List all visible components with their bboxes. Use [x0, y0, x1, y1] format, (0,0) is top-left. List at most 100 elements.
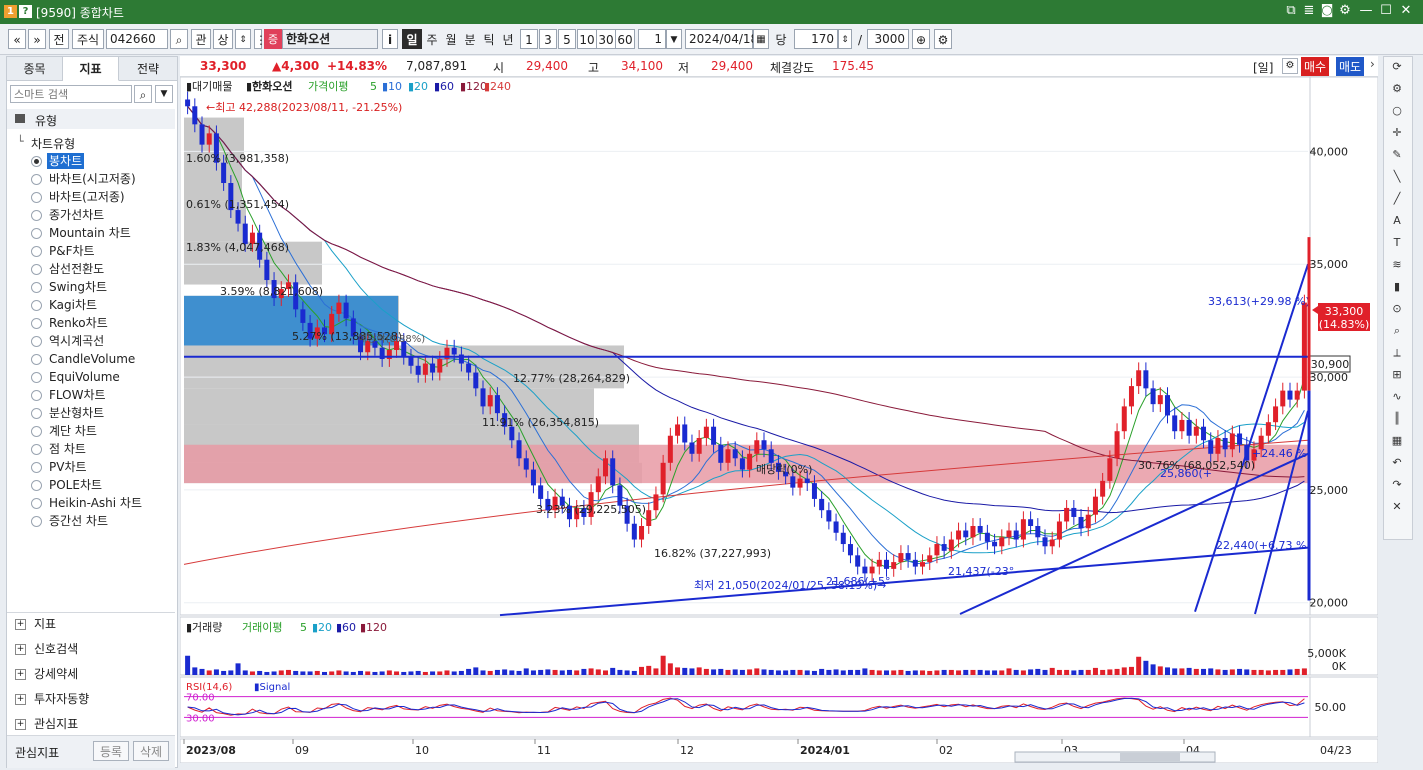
candle-body[interactable] — [948, 539, 954, 551]
candle-body[interactable] — [739, 458, 745, 470]
expand-icon[interactable]: + — [15, 669, 26, 680]
chart-settings-icon[interactable]: ⚙ — [934, 29, 952, 49]
candle-body[interactable] — [1042, 537, 1048, 547]
info-button[interactable]: i — [382, 29, 398, 49]
candle-body[interactable] — [790, 476, 796, 488]
expand-icon[interactable]: + — [15, 719, 26, 730]
chart-type-radio[interactable] — [31, 462, 42, 473]
candle-body[interactable] — [970, 525, 976, 538]
candle-body[interactable] — [660, 462, 666, 495]
candle-body[interactable] — [1013, 530, 1019, 540]
tab-strategy[interactable]: 전략 — [119, 57, 177, 81]
chart-type-item[interactable]: Mountain 차트 — [49, 225, 131, 241]
fibonacci-icon[interactable]: ≋ — [1387, 256, 1407, 274]
tab-indicator[interactable]: 지표 — [63, 57, 119, 81]
period-minute[interactable]: 분 — [460, 29, 480, 49]
candle-body[interactable] — [675, 424, 681, 436]
candle-body[interactable] — [487, 395, 493, 407]
candle-body[interactable] — [1020, 519, 1026, 540]
candle-body[interactable] — [1136, 370, 1142, 387]
chart-type-item[interactable]: EquiVolume — [49, 369, 120, 385]
candle-body[interactable] — [826, 510, 832, 522]
chart-type-radio[interactable] — [31, 264, 42, 275]
chart-type-item[interactable]: Heikin-Ashi 차트 — [49, 495, 142, 511]
magnifier-icon[interactable]: ⌕ — [1387, 322, 1407, 340]
candle-body[interactable] — [343, 302, 349, 319]
chart-type-radio[interactable] — [31, 390, 42, 401]
chart-area[interactable]: ▮대기매물 ▮한화오션 가격이평 5 ▮10 ▮20 ▮60 ▮120 ▮240 ←최고 42,2… — [179, 76, 1379, 764]
interval-1[interactable]: 1 — [520, 29, 538, 49]
candle-body[interactable] — [1201, 426, 1207, 441]
candle-body[interactable] — [1114, 431, 1120, 459]
chart-type-item[interactable]: 점 차트 — [49, 441, 86, 457]
interval-3[interactable]: 3 — [539, 29, 557, 49]
drag-handle-icon[interactable]: ⋮ — [254, 29, 267, 49]
scrollbar-thumb[interactable] — [1120, 753, 1180, 761]
candle-body[interactable] — [1128, 386, 1134, 407]
candle-body[interactable] — [797, 478, 803, 488]
chart-type-radio[interactable] — [31, 408, 42, 419]
candle-body[interactable] — [840, 532, 846, 545]
candle-body[interactable] — [1100, 480, 1106, 497]
nav-prev-button[interactable]: » — [28, 29, 46, 49]
section-4[interactable]: + 투자자동향 — [15, 690, 89, 707]
candle-body[interactable] — [523, 458, 529, 470]
candle-body[interactable] — [516, 440, 522, 459]
candle-body[interactable] — [1006, 530, 1012, 538]
candle-body[interactable] — [336, 302, 342, 314]
chart-type-item[interactable]: 바차트(시고저종) — [49, 171, 136, 187]
candle-body[interactable] — [905, 553, 911, 560]
section-3[interactable]: + 강세약세 — [15, 665, 78, 682]
delete-icon[interactable]: ✕ — [1387, 498, 1407, 516]
camera-icon[interactable]: ◙ — [1319, 3, 1335, 19]
candle-body[interactable] — [1028, 519, 1034, 526]
candle-body[interactable] — [192, 106, 198, 125]
candle-body[interactable] — [1280, 390, 1286, 407]
candle-body[interactable] — [956, 530, 962, 540]
stock-name-field[interactable]: 한화오션 — [282, 29, 378, 49]
expand-icon[interactable]: + — [15, 619, 26, 630]
link-icon[interactable]: ⧉ — [1283, 3, 1299, 19]
tab-stock[interactable]: 종목 — [7, 57, 63, 81]
candle-icon[interactable]: ▮ — [1387, 278, 1407, 296]
candle-body[interactable] — [761, 440, 767, 450]
candle-body[interactable] — [984, 532, 990, 542]
view-count-input[interactable]: 170 — [794, 29, 838, 49]
candle-body[interactable] — [977, 525, 983, 533]
candle-body[interactable] — [473, 372, 479, 389]
maximize-icon[interactable]: ☐ — [1378, 3, 1394, 19]
candle-body[interactable] — [422, 363, 428, 375]
pencil-icon[interactable]: ✎ — [1387, 146, 1407, 164]
candle-body[interactable] — [1265, 422, 1271, 436]
section-5[interactable]: + 관심지표 — [15, 715, 78, 732]
candle-body[interactable] — [855, 555, 861, 567]
wave-icon[interactable]: ∿ — [1387, 388, 1407, 406]
sell-button[interactable]: 매도 — [1336, 57, 1365, 76]
candle-body[interactable] — [696, 437, 702, 454]
candle-body[interactable] — [1157, 395, 1163, 405]
chart-type-radio[interactable] — [31, 246, 42, 257]
candle-body[interactable] — [718, 444, 724, 463]
chart-type-radio[interactable] — [31, 192, 42, 203]
candle-body[interactable] — [185, 99, 191, 107]
chart-type-radio[interactable] — [31, 516, 42, 527]
candle-body[interactable] — [639, 525, 645, 540]
minimize-icon[interactable]: — — [1358, 3, 1374, 19]
chart-type-item[interactable]: PV차트 — [49, 459, 87, 475]
candle-body[interactable] — [847, 544, 853, 556]
candle-body[interactable] — [538, 485, 544, 499]
candle-body[interactable] — [1071, 507, 1077, 517]
market-select[interactable]: 주식 — [72, 29, 104, 49]
candle-body[interactable] — [653, 494, 659, 511]
measure-icon[interactable]: ⟂ — [1387, 344, 1407, 362]
candle-body[interactable] — [1172, 415, 1178, 432]
candle-body[interactable] — [804, 478, 810, 484]
chart-type-radio[interactable] — [31, 354, 42, 365]
candle-body[interactable] — [1107, 458, 1113, 481]
candle-body[interactable] — [494, 395, 500, 414]
prev-button[interactable]: 전 — [49, 29, 69, 49]
nav-first-button[interactable]: « — [8, 29, 26, 49]
candle-body[interactable] — [667, 435, 673, 463]
candle-body[interactable] — [869, 566, 875, 574]
settings-icon[interactable]: ⚙ — [1387, 80, 1407, 98]
